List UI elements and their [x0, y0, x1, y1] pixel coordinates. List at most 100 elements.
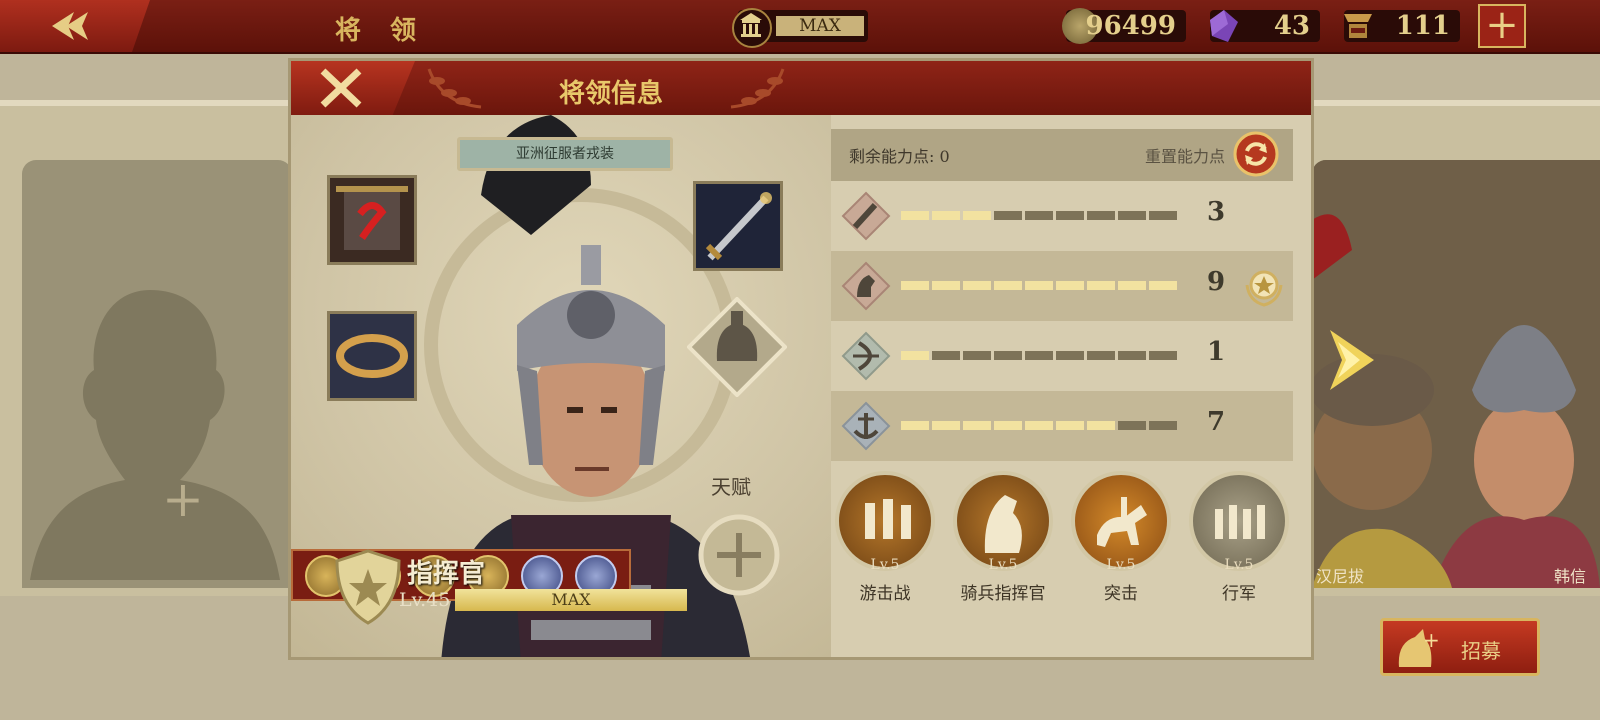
stat-value-navy: 7 [1207, 407, 1226, 437]
stat-bar-segment [1118, 351, 1146, 360]
skill-level: Lv.5 [870, 557, 900, 573]
horse-icon [841, 261, 891, 311]
skill-level: Lv.5 [1106, 557, 1136, 573]
skill-level: Lv.5 [1224, 557, 1254, 573]
gem-amount: 43 [1273, 11, 1310, 41]
weapon-slot[interactable] [693, 181, 783, 271]
stat-bar-segment [901, 351, 929, 360]
exp-bar: MAX [455, 589, 687, 611]
skill-cavalry-commander[interactable]: Lv.5 骑兵指挥官 [953, 471, 1053, 611]
commander-level: Lv.45 [399, 589, 451, 611]
skill-skirmish[interactable]: Lv.5 游击战 [835, 471, 935, 611]
stat-header: 剩余能力点: 0 重置能力点 [831, 129, 1293, 181]
back-button[interactable] [0, 0, 150, 52]
temple-icon [732, 8, 772, 48]
skill-march[interactable]: Lv.5 行军 [1189, 471, 1289, 611]
skirmish-icon [835, 471, 935, 571]
top-bar: 将 领 MAX 96499 43 111 + [0, 0, 1600, 54]
add-hero-plus-icon: + [162, 470, 204, 528]
stat-bar-segment [963, 421, 991, 430]
recruit-label: 招募 [1461, 639, 1501, 663]
commander-rank-shield-icon [335, 549, 401, 625]
laurel-slot[interactable] [327, 311, 417, 401]
building-level-text: MAX [776, 16, 864, 36]
helmet-plus-icon: + [1398, 628, 1440, 667]
stat-row-infantry: 3 [831, 181, 1293, 251]
stat-bar-segment [901, 421, 929, 430]
svg-text:+: + [1423, 628, 1440, 652]
stat-bar-segment [963, 281, 991, 290]
talent-button[interactable] [687, 297, 787, 397]
skill-name: 行军 [1222, 584, 1256, 604]
commander-rank: 指挥官 [407, 559, 486, 589]
stat-bar-segment [994, 421, 1022, 430]
banner-slot[interactable] [327, 175, 417, 265]
stat-row-cavalry: 9 [831, 251, 1293, 321]
laurel-crown-icon [336, 334, 408, 378]
stats-panel: 剩余能力点: 0 重置能力点 3 9 1 7 Lv.5 游击战 Lv.5 骑兵指… [831, 115, 1311, 657]
add-resources-button[interactable]: + [1478, 4, 1526, 48]
next-hero-arrow-icon[interactable] [1330, 330, 1376, 390]
charge-icon [1071, 471, 1171, 571]
skill-charge[interactable]: Lv.5 突击 [1071, 471, 1171, 611]
hero-info-panel: 将领信息 亚洲征服者戎装 天赋 指挥官 Lv.45 MAX 剩余能力点: 0 重… [288, 58, 1314, 660]
add-medal-plus-icon[interactable] [697, 513, 781, 597]
stat-row-navy: 7 [831, 391, 1293, 461]
skill-level: Lv.5 [988, 557, 1018, 573]
stat-bar-segment [1087, 421, 1115, 430]
panel-title: 将领信息 [558, 79, 663, 109]
anchor-icon [841, 401, 891, 451]
commander-info: 指挥官 Lv.45 MAX [335, 545, 687, 655]
coin-amount: 96499 [1085, 11, 1176, 41]
stat-bar-segment [994, 281, 1022, 290]
stat-bar-segment [1118, 211, 1146, 220]
panel-header: 将领信息 [291, 61, 1311, 115]
stat-bar-segment [1087, 211, 1115, 220]
stat-bar-segment [1056, 281, 1084, 290]
stat-bar-segment [1056, 351, 1084, 360]
stat-bar-segment [963, 351, 991, 360]
stat-bar-segment [1025, 211, 1053, 220]
purple-gem-icon [1206, 8, 1242, 44]
stat-bar-segment [1149, 211, 1177, 220]
stat-bar-segment [1025, 351, 1053, 360]
stat-bar-segment [932, 211, 960, 220]
stat-bar-segment [1087, 351, 1115, 360]
spqr-token-counter[interactable]: 111 [1344, 10, 1460, 42]
coin-counter[interactable]: 96499 [1062, 8, 1186, 44]
stat-bar-segment [932, 421, 960, 430]
war-banner-icon [336, 186, 408, 250]
remaining-points: 剩余能力点: 0 [849, 147, 950, 166]
skill-name: 骑兵指挥官 [960, 584, 1046, 604]
back-arrow-icon [52, 12, 88, 40]
stat-row-archer: 1 [831, 321, 1293, 391]
hero-portrait-area: 亚洲征服者戎装 天赋 指挥官 Lv.45 MAX [291, 115, 831, 657]
stat-bar-segment [1149, 351, 1177, 360]
skill-name: 突击 [1104, 584, 1138, 604]
hero-silhouette-icon [30, 290, 280, 580]
stat-value-cavalry: 9 [1207, 267, 1226, 297]
star-badge-icon [1245, 270, 1283, 307]
stat-value-archer: 1 [1207, 337, 1226, 367]
outfit-tag[interactable]: 亚洲征服者戎装 [457, 137, 673, 171]
stat-bar-segment [1056, 421, 1084, 430]
stat-bar-segment [1118, 281, 1146, 290]
hero-name-hannibal: 汉尼拔 [1316, 567, 1365, 586]
stat-bar-segment [1056, 211, 1084, 220]
recruit-button[interactable]: + 招募 [1380, 618, 1540, 676]
sword-icon [841, 191, 891, 241]
stat-bar-segment [1087, 281, 1115, 290]
gladius-sword-icon [705, 192, 772, 261]
building-level-display[interactable]: MAX [732, 8, 868, 48]
reset-refresh-icon[interactable] [1233, 131, 1279, 177]
bow-icon [841, 331, 891, 381]
march-icon [1189, 471, 1289, 571]
hero-name-hanxin: 韩信 [1554, 567, 1587, 586]
stat-bar-segment [932, 351, 960, 360]
spqr-eagle-icon [1340, 8, 1376, 44]
stat-bar-segment [1118, 421, 1146, 430]
stat-bar-segment [1025, 281, 1053, 290]
page-title: 将 领 [335, 16, 427, 46]
spqr-token-amount: 111 [1395, 11, 1450, 41]
gem-counter[interactable]: 43 [1210, 10, 1320, 42]
